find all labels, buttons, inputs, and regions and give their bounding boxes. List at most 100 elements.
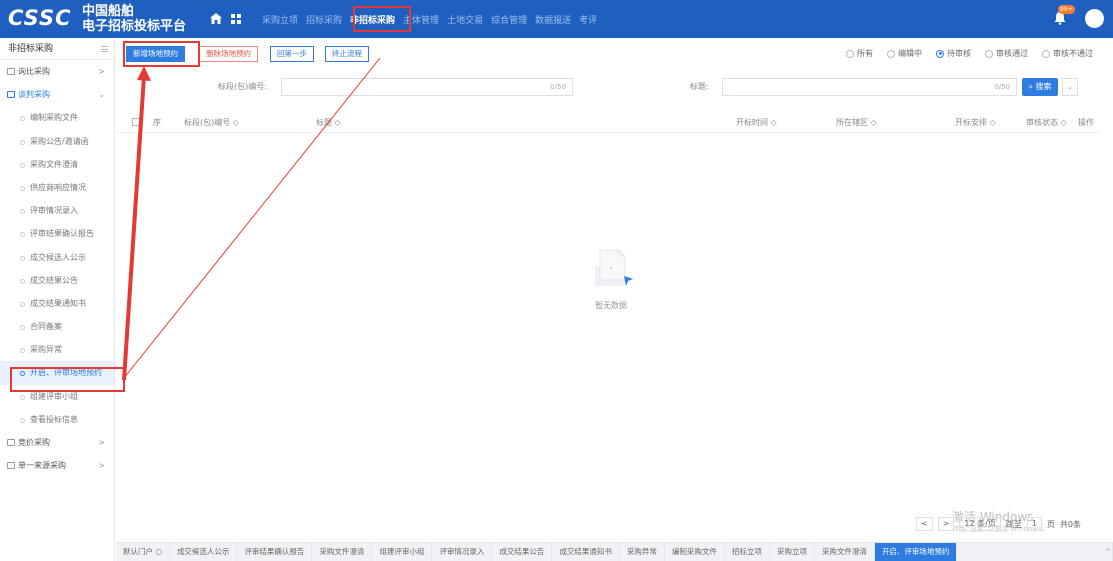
sidebar-item-review-entry[interactable]: 评审情况录入 [0, 199, 114, 222]
radio-checked-icon [936, 49, 944, 58]
sidebar-item-prepare-documents[interactable]: 编制采购文件 [0, 106, 114, 129]
empty-state-text: 暂无数据 [595, 301, 627, 310]
filter-all[interactable]: 所有 [846, 48, 873, 59]
col-code[interactable]: 标段(包)编号 ◇ [184, 117, 239, 128]
tab-result-notice[interactable]: 成交结果通知书 [552, 543, 620, 561]
title-search-input[interactable]: 0/50 [722, 78, 1017, 96]
refresh-icon[interactable]: ○ [155, 547, 162, 556]
col-actions: 操作 [1078, 118, 1094, 127]
sidebar-item-procurement-exception[interactable]: 采购异常 [0, 338, 114, 361]
avatar[interactable] [1085, 9, 1104, 28]
nav-item-data-reporting[interactable]: 数据报送 [535, 13, 571, 26]
filter-rejected[interactable]: 审核不通过 [1042, 48, 1093, 59]
radio-icon [846, 49, 854, 58]
annotation-box-sidebar-item [10, 367, 125, 392]
tab-document-clarification[interactable]: 采购文件澄清 [312, 543, 373, 561]
tab-candidate-publicity[interactable]: 成交候选人公示 [170, 543, 238, 561]
tab-review-report[interactable]: 评审结果确认报告 [237, 543, 313, 561]
col-review-status[interactable]: 审核状态 ◇ [1026, 117, 1067, 128]
tab-result-announcement[interactable]: 成交结果公告 [492, 543, 553, 561]
page-size-select[interactable]: 12 条/页 [959, 517, 1001, 531]
sidebar-item-inquiry-procurement[interactable]: 询比采购 > [0, 60, 114, 83]
col-index: 序 [153, 118, 161, 127]
sidebar-item-result-notice[interactable]: 成交结果通知书 [0, 292, 114, 315]
sidebar-item-negotiation-procurement[interactable]: 谈判采购 ⌄ [0, 83, 114, 106]
tab-venue-reservation[interactable]: 开启、评审场地预约 [874, 543, 958, 561]
back-to-first-step-button[interactable]: 回第一步 [270, 46, 314, 62]
folder-icon [7, 68, 15, 75]
search-button[interactable]: ⌕ 搜索 [1022, 78, 1058, 96]
code-label: 标段(包)编号: [218, 82, 267, 91]
code-char-counter: 0/50 [550, 83, 566, 91]
home-icon[interactable] [210, 13, 222, 24]
nav-item-bidding-procurement[interactable]: 招标采购 [306, 13, 342, 26]
col-title[interactable]: 标题 ◇ [316, 117, 341, 128]
tab-review-panel[interactable]: 组建评审小组 [372, 543, 433, 561]
delete-venue-reservation-button[interactable]: 删除场地预约 [199, 46, 258, 62]
sidebar-item-bid-info[interactable]: 查看投标信息 [0, 408, 114, 431]
sidebar-item-supplier-response[interactable]: 供应商响应情况 [0, 176, 114, 199]
sidebar-item-procurement-notice[interactable]: 采购公告/邀请函 [0, 130, 114, 153]
radio-icon [1042, 49, 1050, 58]
chevron-right-icon: > [98, 438, 105, 447]
filter-label: 待审核 [947, 49, 971, 58]
page-number-input[interactable]: 1 [1026, 517, 1042, 531]
nav-item-procurement-project[interactable]: 采购立项 [262, 13, 298, 26]
tab-procurement-project[interactable]: 采购立项 [770, 543, 815, 561]
terminate-process-button[interactable]: 终止流程 [325, 46, 369, 62]
tab-document-clarification-2[interactable]: 采购文件澄清 [815, 543, 875, 561]
tab-procurement-exception[interactable]: 采购异常 [620, 543, 665, 561]
chevron-right-icon: > [98, 461, 105, 471]
chevron-up-icon[interactable]: ^ [1098, 543, 1113, 561]
sidebar-title: 非招标采购 [8, 44, 54, 54]
next-page-button[interactable]: > [937, 517, 955, 531]
filter-approved[interactable]: 审核通过 [985, 48, 1028, 59]
radio-icon [985, 49, 993, 58]
apps-grid-icon[interactable] [231, 14, 241, 24]
nav-item-land-transaction[interactable]: 土地交易 [447, 13, 483, 26]
code-search-input[interactable]: 0/50 [281, 78, 573, 96]
tab-bidding-project[interactable]: 招标立项 [725, 543, 770, 561]
tab-default-portal[interactable]: 默认门户 ○ [116, 543, 170, 561]
sidebar-item-document-clarification[interactable]: 采购文件澄清 [0, 153, 114, 176]
filter-label: 审核通过 [996, 49, 1028, 58]
filter-editing[interactable]: 编辑中 [887, 48, 922, 59]
sidebar: 非招标采购 询比采购 > 谈判采购 ⌄ 编制采购文件 采购公告/邀请函 采购文件澄清… [0, 38, 115, 561]
nav-item-general-management[interactable]: 综合管理 [491, 13, 527, 26]
logo: CSSC [8, 6, 72, 30]
menu-collapse-icon[interactable] [101, 46, 108, 52]
brand-title: 中国船舶 电子招标投标平台 [82, 4, 186, 34]
tab-review-entry[interactable]: 评审情况录入 [432, 543, 493, 561]
col-open-time[interactable]: 开标时间 ◇ [736, 117, 777, 128]
sidebar-item-single-source[interactable]: 单一来源采购 > [0, 454, 114, 477]
tab-prepare-documents[interactable]: 编制采购文件 [665, 543, 725, 561]
filter-label: 所有 [857, 49, 873, 58]
empty-box-icon [595, 249, 633, 286]
nav-item-evaluation[interactable]: 考评 [579, 13, 597, 26]
title-label: 标题: [690, 82, 709, 91]
tab-label: 默认门户 [123, 547, 153, 556]
sidebar-item-review-report[interactable]: 评审结果确认报告 [0, 222, 114, 245]
filter-label: 编辑中 [898, 49, 922, 58]
status-filter: 所有 编辑中 待审核 审核通过 审核不通过 [846, 48, 1093, 59]
sidebar-item-bidding-auction[interactable]: 竞价采购 > [0, 431, 114, 454]
sidebar-header: 非招标采购 [0, 38, 114, 60]
prev-page-button[interactable]: < [916, 517, 933, 531]
total-count: 共0条 [1059, 519, 1082, 529]
search-icon: ⌕ [1028, 82, 1033, 91]
search-row: 标段(包)编号: 0/50 标题: 0/50 ⌕ 搜索 ⌄ [116, 78, 1113, 96]
folder-icon [7, 439, 15, 446]
select-all-checkbox[interactable] [132, 118, 140, 126]
table-header: 序 标段(包)编号 ◇ 标题 ◇ 开标时间 ◇ 所在辖区 ◇ 开标安排 ◇ 审核… [116, 111, 1101, 133]
sidebar-item-contract-filing[interactable]: 合同备案 [0, 315, 114, 338]
radio-icon [887, 49, 895, 58]
advanced-search-toggle[interactable]: ⌄ [1062, 78, 1078, 96]
sidebar-item-candidate-publicity[interactable]: 成交候选人公示 [0, 246, 114, 269]
main-content: 新增场地预约 删除场地预约 回第一步 终止流程 所有 编辑中 待审核 审核通过 … [116, 38, 1113, 561]
sidebar-item-result-announcement[interactable]: 成交结果公告 [0, 269, 114, 292]
col-jurisdiction[interactable]: 所在辖区 ◇ [836, 117, 877, 128]
top-header: CSSC 中国船舶 电子招标投标平台 采购立项 招标采购 非招标采购 主体管理 … [0, 0, 1113, 38]
filter-pending-review[interactable]: 待审核 [936, 48, 971, 59]
folder-icon [7, 462, 15, 470]
col-arrangement[interactable]: 开标安排 ◇ [955, 117, 996, 128]
